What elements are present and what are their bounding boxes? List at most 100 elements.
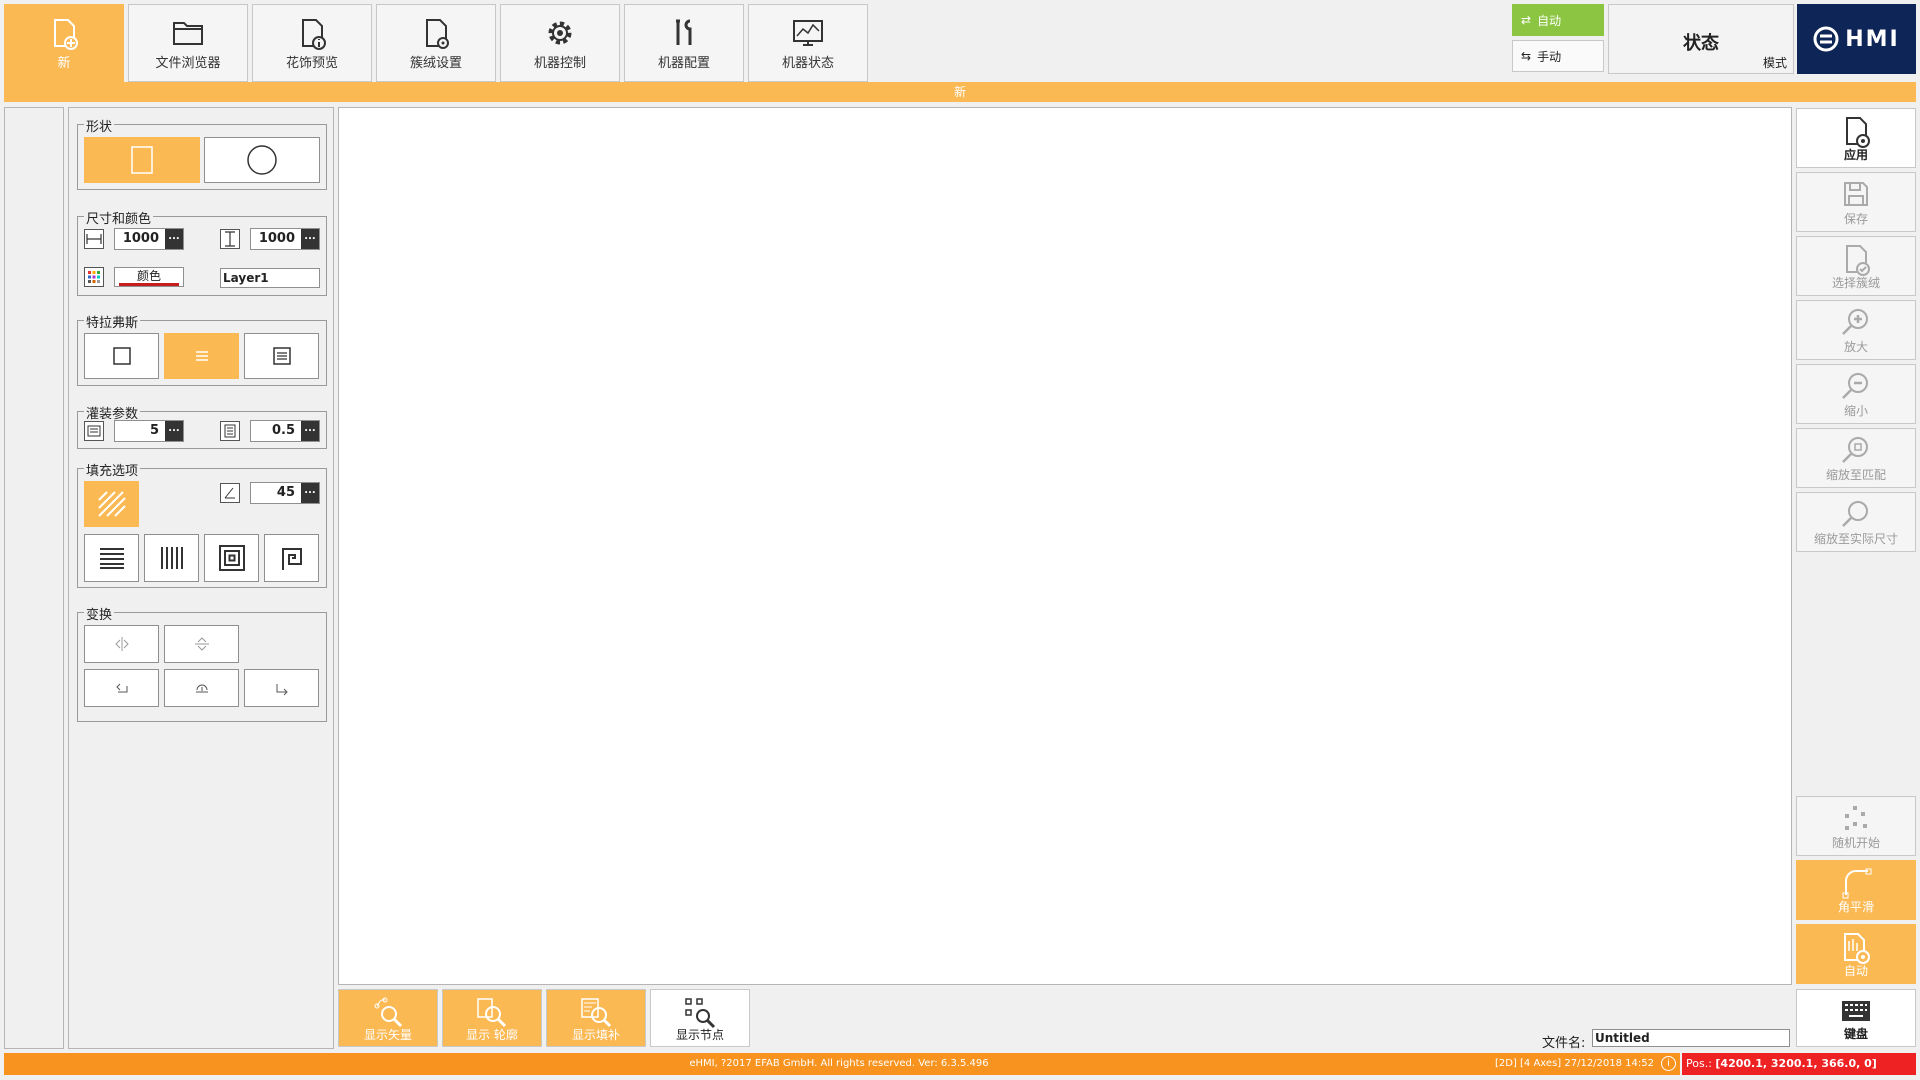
apply-button[interactable]: 应用 [1796,108,1916,168]
logo-mark-icon [1813,26,1839,52]
fill-param1-value: 5 [149,423,159,438]
show-fill-button[interactable]: 显示填补 [546,989,646,1047]
zoom-fit-button[interactable]: 缩放至匹配 [1796,428,1916,488]
traverse-group-title: 特拉弗斯 [84,312,141,331]
apply-label: 应用 [1843,148,1868,162]
traverse-outline-button[interactable] [244,333,319,379]
size-color-group-title: 尺寸和颜色 [84,208,154,227]
status-display: 状态 模式 [1608,4,1794,74]
fill-param1-dots-button[interactable]: ... [165,421,183,441]
vertical-fill-button[interactable] [144,534,199,582]
manual-mode-icon: ⇆ [1521,49,1532,63]
rotate-left-button[interactable] [84,669,159,707]
shape-group-title: 形状 [84,116,115,135]
zoom-in-label: 放大 [1843,340,1868,354]
save-button[interactable]: 保存 [1796,172,1916,232]
folder-icon [171,17,205,50]
corner-smooth-button[interactable]: 角平滑 [1796,860,1916,920]
filename-input[interactable]: Untitled [1592,1029,1790,1047]
manual-mode-button[interactable]: ⇆ 手动 [1512,40,1604,72]
width-dots-button[interactable]: ... [165,229,183,249]
auto-mode-button[interactable]: ⇄ 自动 [1512,4,1604,36]
position-value: [4200.1, 3200.1, 366.0, 0] [1715,1057,1877,1070]
tab-pattern-preview[interactable]: 花饰预览 [252,4,372,86]
fill-options-group-title: 填充选项 [84,460,141,479]
tab-file-browser[interactable]: 文件浏览器 [128,4,248,86]
diagonal-fill-button[interactable] [84,481,139,527]
left-panel: 形状 尺寸和颜色 1000 ... 1000 ... 颜色 Layer1 特拉弗… [68,107,334,1049]
height-dots-button[interactable]: ... [301,229,319,249]
show-vector-label: 显示矢量 [363,1028,412,1042]
fill-param2-value: 0.5 [271,423,295,438]
auto-button[interactable]: 自动 [1796,924,1916,984]
angle-dots-button[interactable]: ... [301,483,319,503]
fill-param2-dots-button[interactable]: ... [301,421,319,441]
info-icon[interactable]: i [1661,1056,1676,1071]
rotate-right-button[interactable] [244,669,319,707]
random-start-icon [1841,803,1871,836]
zoom-out-icon [1840,371,1872,406]
manual-mode-label: 手动 [1537,49,1562,64]
transform-group: 变换 [77,604,327,722]
gear-icon [544,17,576,52]
show-fill-label: 显示填补 [571,1028,620,1042]
traverse-group: 特拉弗斯 [77,312,327,386]
fill-options-group: 填充选项 45 ... [77,460,327,588]
rectangle-shape-button[interactable] [84,137,200,183]
header-bar-text: 新 [953,85,966,99]
show-outline-button[interactable]: 显示 轮廓 [442,989,542,1047]
random-start-button[interactable]: 随机开始 [1796,796,1916,856]
tab-label: 文件浏览器 [155,56,221,71]
show-nodes-label: 显示节点 [675,1028,724,1042]
rectangle-icon [131,146,153,174]
filename-label: 文件名: [1542,1036,1586,1051]
fill-params-group: 灌装参数 5 ... 0.5 ... [77,403,327,449]
fill-spacing-icon [84,421,104,441]
tab-machine-status[interactable]: 机器状态 [748,4,868,86]
circle-shape-button[interactable] [204,137,320,183]
status-bar: eHMI, ?2017 EFAB GmbH. All rights reserv… [4,1053,1680,1075]
keyboard-button[interactable]: 键盘 [1796,989,1916,1047]
concentric-fill-button[interactable] [204,534,259,582]
zoom-actual-size-button[interactable]: 缩放至实际尺寸 [1796,492,1916,552]
rotate-180-button[interactable] [164,669,239,707]
flip-vertical-button[interactable] [164,625,239,663]
height-field[interactable]: 1000 ... [250,228,320,250]
tab-label: 机器状态 [781,56,834,71]
zoom-fit-label: 缩放至匹配 [1825,468,1886,482]
flip-horizontal-icon [114,637,129,651]
show-nodes-button[interactable]: 显示节点 [650,989,750,1047]
layer-value: Layer1 [223,271,269,285]
color-button[interactable]: 颜色 [114,267,184,287]
zoom-out-button[interactable]: 缩小 [1796,364,1916,424]
flip-horizontal-button[interactable] [84,625,159,663]
width-field[interactable]: 1000 ... [114,228,184,250]
layer-field[interactable]: Layer1 [220,268,320,288]
header-bar: 新 [4,82,1916,102]
system-info-text: [2D] [4 Axes] 27/12/2018 14:52 [1494,1058,1654,1069]
fill-param1-field[interactable]: 5 ... [114,420,184,442]
angle-value: 45 [276,485,295,500]
zoom-in-button[interactable]: 放大 [1796,300,1916,360]
traverse-none-button[interactable] [84,333,159,379]
traverse-lines-button[interactable] [164,333,239,379]
select-tuft-button[interactable]: 选择簇绒 [1796,236,1916,296]
horizontal-fill-button[interactable] [84,534,139,582]
auto-mode-label: 自动 [1537,13,1562,28]
tab-machine-config[interactable]: 机器配置 [624,4,744,86]
fill-param2-field[interactable]: 0.5 ... [250,420,320,442]
tab-tufting-settings[interactable]: 簇绒设置 [376,4,496,86]
show-vector-button[interactable]: 显示矢量 [338,989,438,1047]
drawing-canvas[interactable] [338,107,1792,985]
corner-smooth-label: 角平滑 [1837,900,1874,914]
angle-field[interactable]: 45 ... [250,482,320,504]
tab-label: 机器控制 [533,56,586,71]
tab-machine-control[interactable]: 机器控制 [500,4,620,86]
height-icon [220,229,240,249]
rotate-left-icon [115,683,127,693]
square-icon [112,347,131,365]
rotate-180-icon [195,684,208,693]
tab-new[interactable]: 新 [4,4,124,82]
random-start-label: 随机开始 [1831,836,1880,850]
spiral-fill-button[interactable] [264,534,319,582]
